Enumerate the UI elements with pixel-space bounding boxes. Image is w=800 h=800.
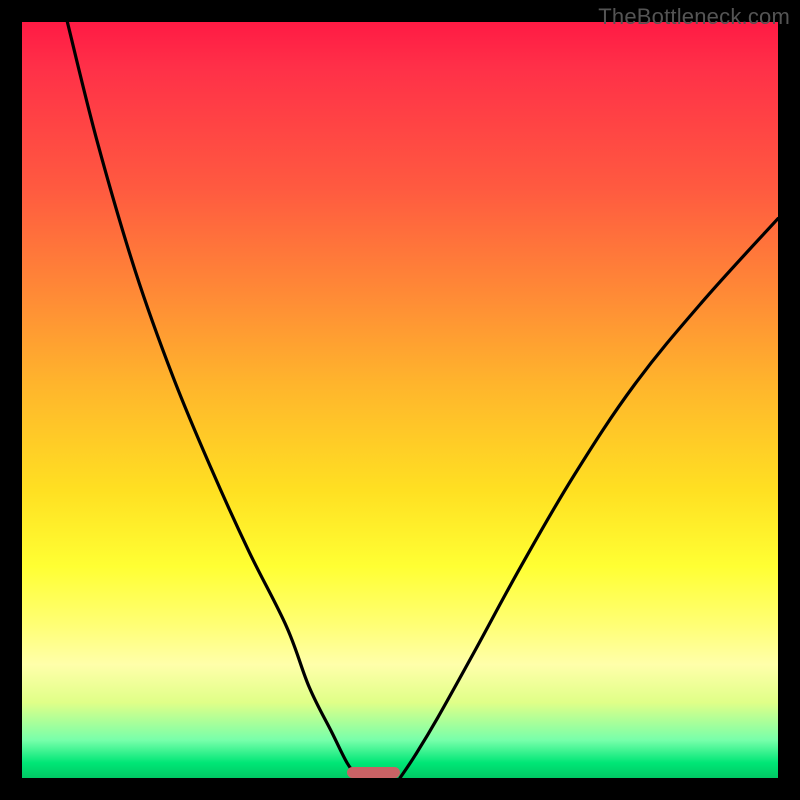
plot-area <box>22 22 778 778</box>
chart-container: TheBottleneck.com <box>0 0 800 800</box>
curve-layer <box>22 22 778 778</box>
watermark-text: TheBottleneck.com <box>598 4 790 30</box>
left-curve <box>67 22 358 778</box>
right-curve <box>400 219 778 778</box>
bottleneck-marker <box>347 767 400 778</box>
